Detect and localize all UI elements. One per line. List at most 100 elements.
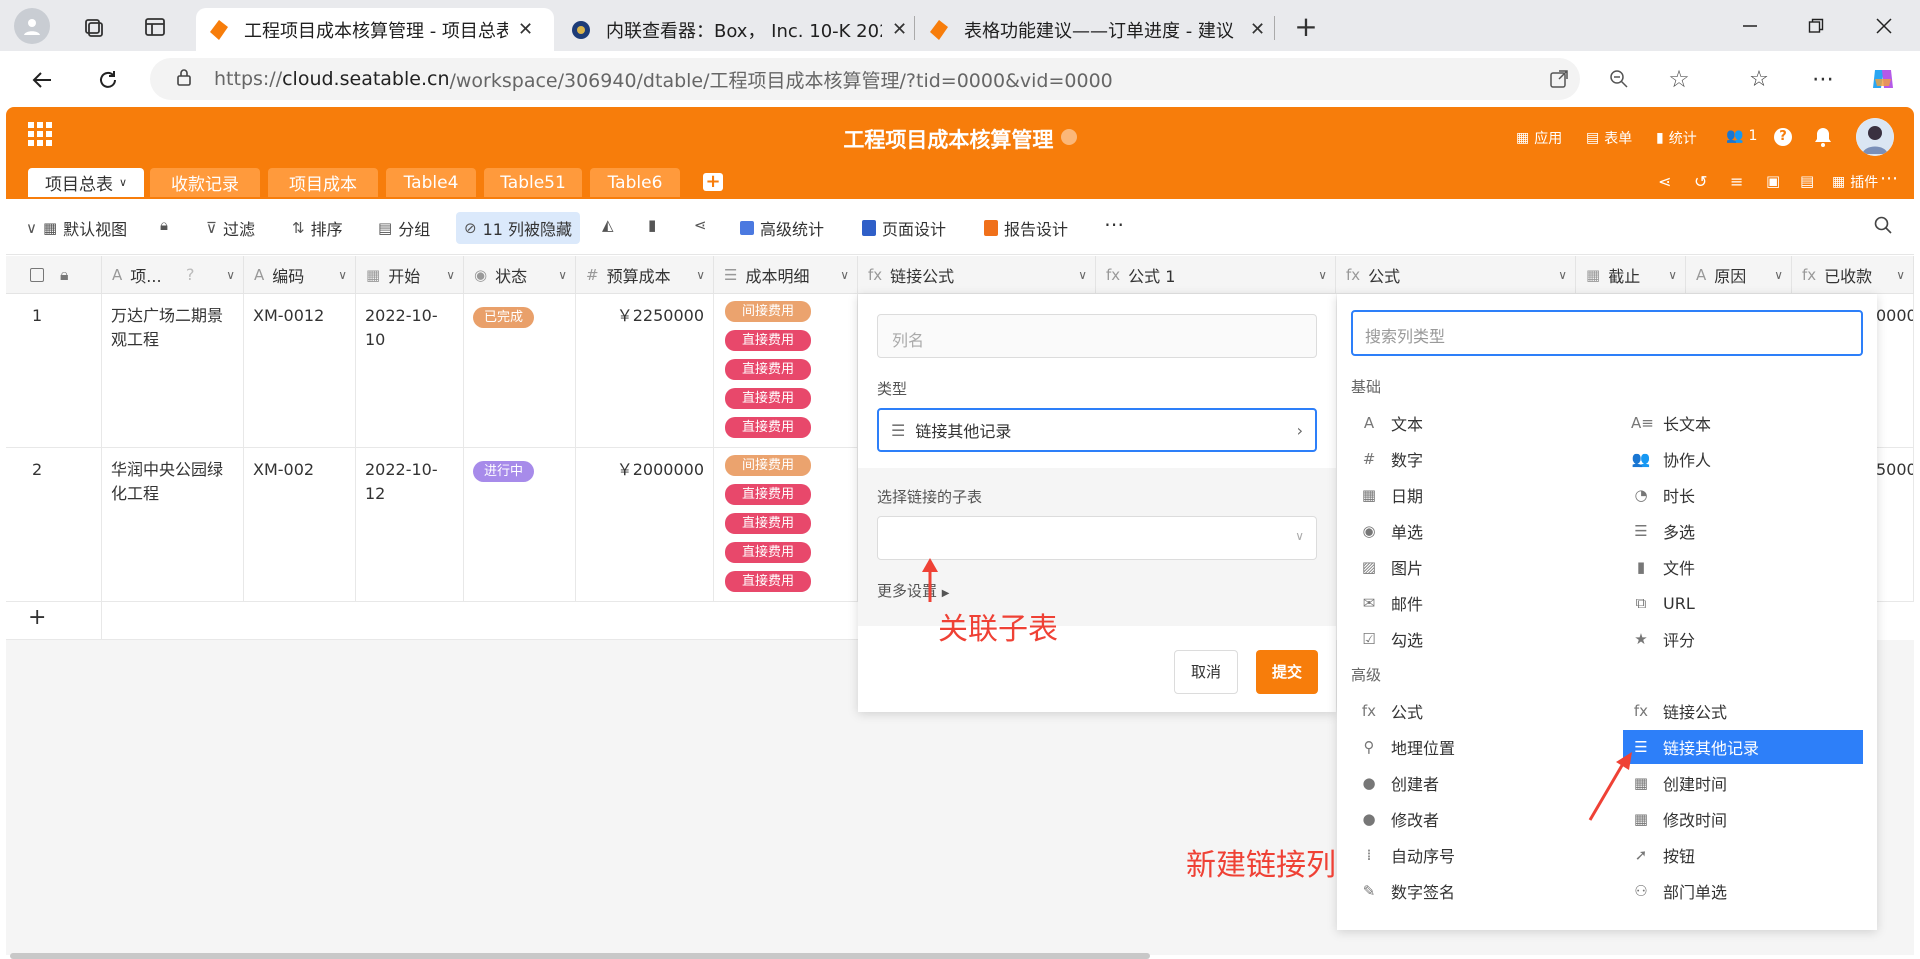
help-icon[interactable]: ? (1774, 128, 1792, 146)
notification-bell-icon[interactable] (1814, 127, 1832, 151)
api-icon[interactable]: ▤ (1800, 172, 1814, 190)
start-date-cell[interactable]: 2022-10-10 (356, 294, 464, 448)
more-icon[interactable]: ⋯ (1880, 168, 1898, 189)
type-option-department[interactable]: ⚇ 部门单选 (1623, 874, 1863, 908)
type-option-multi-select[interactable]: ☰ 多选 (1623, 514, 1863, 548)
user-avatar[interactable] (1856, 118, 1894, 156)
type-option-link-formula[interactable]: fx 链接公式 (1623, 694, 1863, 728)
share-view-icon[interactable]: ⋖ (694, 216, 707, 234)
collections-icon[interactable] (78, 12, 108, 42)
received-cell[interactable]: 5000 (1876, 448, 1914, 602)
type-option-auto-number[interactable]: ⁞ 自动序号 (1351, 838, 1591, 872)
type-option-long-text[interactable]: A≡ 长文本 (1623, 406, 1863, 440)
budget-cell[interactable]: ￥2000000 (576, 448, 714, 602)
type-option-modifier[interactable]: ● 修改者 (1351, 802, 1591, 836)
type-option-email[interactable]: ✉ 邮件 (1351, 586, 1591, 620)
open-in-app-icon[interactable] (1544, 64, 1574, 94)
column-header[interactable]: fx 公式 ∨ (1336, 256, 1576, 294)
table-tab[interactable]: Table4 (386, 168, 476, 197)
stats-button[interactable]: ▮ 统计 (1656, 128, 1697, 148)
minimize-icon[interactable] (1734, 10, 1766, 42)
forms-button[interactable]: ▤ 表单 (1586, 128, 1632, 148)
row-height-icon[interactable]: ▮ (648, 216, 656, 234)
profile-icon[interactable] (14, 8, 50, 44)
restore-icon[interactable] (1800, 10, 1832, 42)
column-type-select[interactable]: ☰ 链接其他记录 › (877, 408, 1317, 452)
search-icon[interactable] (1874, 216, 1892, 234)
column-header[interactable]: A 项...? ∨ (102, 256, 244, 294)
type-option-file[interactable]: ▮ 文件 (1623, 550, 1863, 584)
close-tab-icon[interactable]: ✕ (892, 19, 907, 40)
type-option-location[interactable]: ⚲ 地理位置 (1351, 730, 1591, 764)
code-cell[interactable]: XM-0012 (244, 294, 356, 448)
cancel-button[interactable]: 取消 (1174, 650, 1238, 694)
select-all-checkbox[interactable] (30, 267, 44, 282)
column-header[interactable]: ◉ 状态 ∨ (464, 256, 576, 294)
more-menu-icon[interactable]: ⋯ (1808, 64, 1838, 94)
select-all-header[interactable]: 🔒︎ (6, 256, 102, 294)
type-option-text[interactable]: A 文本 (1351, 406, 1591, 440)
type-option-button[interactable]: ➚ 按钮 (1623, 838, 1863, 872)
reload-icon[interactable] (92, 64, 124, 96)
back-icon[interactable] (26, 64, 58, 96)
horizontal-scrollbar[interactable] (10, 953, 1150, 959)
type-option-formula[interactable]: fx 公式 (1351, 694, 1591, 728)
close-window-icon[interactable] (1868, 10, 1900, 42)
more-toolbar-icon[interactable]: ⋯ (1104, 212, 1124, 236)
browser-tab[interactable]: 内联查看器：Box， Inc. 10-K 2023 ✕ (558, 8, 914, 51)
type-option-single-select[interactable]: ◉ 单选 (1351, 514, 1591, 548)
favorites-icon[interactable]: ☆ (1744, 64, 1774, 94)
add-row-strip[interactable] (102, 602, 858, 640)
column-header[interactable]: ▦ 截止 ∨ (1576, 256, 1686, 294)
add-row-button[interactable]: + (6, 602, 102, 640)
column-header[interactable]: A 原因 ∨ (1686, 256, 1792, 294)
close-tab-icon[interactable]: ✕ (518, 19, 533, 40)
row-number[interactable]: 1 (6, 294, 102, 448)
hidden-columns-button[interactable]: ⊘ 11 列被隐藏 (456, 212, 581, 244)
new-tab-icon[interactable]: + (1290, 10, 1322, 43)
name-cell[interactable]: 华润中央公园绿化工程 (102, 448, 244, 602)
table-tab[interactable]: 项目成本 (268, 168, 378, 197)
type-option-number[interactable]: # 数字 (1351, 442, 1591, 476)
type-option-url[interactable]: ⧉ URL (1623, 586, 1863, 620)
group-button[interactable]: ▤ 分组 (378, 216, 430, 240)
advanced-stats-button[interactable]: 高级统计 (740, 216, 824, 240)
close-tab-icon[interactable]: ✕ (1250, 19, 1265, 40)
plugins-button[interactable]: ▦ 插件 (1832, 172, 1878, 192)
add-table-icon[interactable]: + (703, 173, 723, 191)
type-option-checkbox[interactable]: ☑ 勾选 (1351, 622, 1591, 656)
lock-view-icon[interactable]: 🔒︎ (160, 216, 168, 234)
type-option-creator[interactable]: ● 创建者 (1351, 766, 1591, 800)
received-cell[interactable]: 0000 (1876, 294, 1914, 448)
row-number[interactable]: 2 (6, 448, 102, 602)
zoom-out-icon[interactable] (1604, 64, 1634, 94)
collaborators-button[interactable]: 👥 1 (1726, 128, 1757, 144)
table-tab[interactable]: 收款记录 (150, 168, 260, 197)
browser-tab[interactable]: 表格功能建议——订单进度 - 建议 ✕ (916, 8, 1272, 51)
history-icon[interactable]: ↺ (1694, 172, 1707, 191)
view-selector[interactable]: ∨ ▦ 默认视图 (26, 216, 127, 240)
type-option-link-records[interactable]: ☰ 链接其他记录 (1623, 730, 1863, 764)
column-header[interactable]: # 预算成本 ∨ (576, 256, 714, 294)
sort-button[interactable]: ⇅ 排序 (292, 216, 343, 240)
status-cell[interactable]: 已完成 (464, 294, 576, 448)
name-cell[interactable]: 万达广场二期景观工程 (102, 294, 244, 448)
column-header[interactable]: fx 已收款 ∨ (1792, 256, 1914, 294)
page-design-button[interactable]: 页面设计 (862, 216, 946, 240)
table-tab-active[interactable]: 项目总表 ∨ (28, 168, 144, 197)
column-header[interactable]: A 编码 ∨ (244, 256, 356, 294)
type-option-ctime[interactable]: ▦ 创建时间 (1623, 766, 1863, 800)
url-field[interactable]: https://cloud.seatable.cn/workspace/3069… (150, 58, 1580, 100)
share-icon[interactable]: ⋖ (1658, 172, 1671, 191)
sub-table-select[interactable]: ∨ (877, 516, 1317, 560)
budget-cell[interactable]: ￥2250000 (576, 294, 714, 448)
type-option-date[interactable]: ▦ 日期 (1351, 478, 1591, 512)
column-header[interactable]: fx 公式 1 ∨ (1096, 256, 1336, 294)
column-header[interactable]: fx 链接公式 ∨ (858, 256, 1096, 294)
filter-button[interactable]: ⊽ 过滤 (206, 216, 255, 240)
type-option-collaborator[interactable]: 👥 协作人 (1623, 442, 1863, 476)
type-option-mtime[interactable]: ▦ 修改时间 (1623, 802, 1863, 836)
settings-sliders-icon[interactable]: ≡ (1730, 172, 1743, 191)
start-date-cell[interactable]: 2022-10-12 (356, 448, 464, 602)
favorite-star-icon[interactable]: ☆ (1664, 64, 1694, 94)
